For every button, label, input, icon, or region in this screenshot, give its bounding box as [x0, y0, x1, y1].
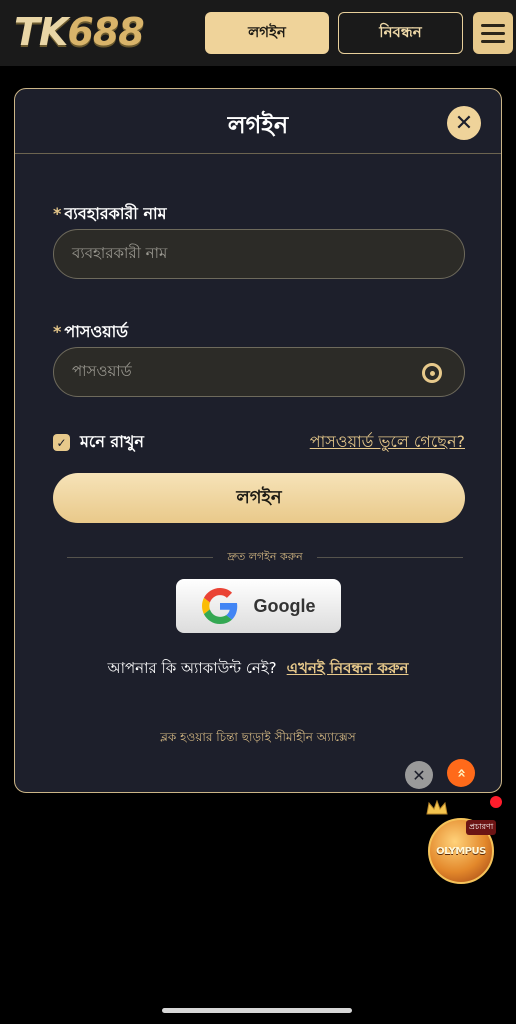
password-label: * পাসওয়ার্ড	[53, 319, 128, 346]
footer-note: ব্লক হওয়ার চিন্তা ছাড়াই সীমাহীন অ্যাক্…	[160, 730, 356, 744]
username-label: * ব্যবহারকারী নাম	[53, 201, 167, 228]
header-login-button[interactable]: লগইন	[205, 12, 329, 54]
quick-login-label: দ্রুত লগইন করুন	[227, 549, 303, 563]
logo-letters: TK	[14, 10, 68, 54]
username-placeholder: ব্যবহারকারী নাম	[72, 243, 168, 262]
double-chevron-up-icon: »	[451, 768, 470, 778]
password-placeholder: পাসওয়ার্ড	[72, 361, 132, 380]
required-mark: *	[53, 322, 62, 341]
eye-icon[interactable]	[422, 363, 442, 383]
top-navbar: TK688 লগইন নিবন্ধন	[0, 0, 516, 66]
divider-line-left	[67, 556, 214, 558]
title-divider	[15, 153, 501, 154]
promo-title: OLYMPUS	[436, 845, 486, 857]
close-icon[interactable]: ✕	[447, 106, 481, 140]
login-button[interactable]: লগইন	[53, 473, 465, 523]
remember-me[interactable]: ✓ মনে রাখুন	[53, 429, 144, 456]
username-label-text: ব্যবহারকারী নাম	[64, 204, 167, 223]
menu-icon[interactable]	[473, 12, 513, 54]
quick-login-divider: দ্রুত লগইন করুন	[67, 549, 463, 565]
home-indicator	[162, 1008, 352, 1013]
google-login-button[interactable]: Google	[176, 579, 341, 633]
remember-checkbox[interactable]: ✓	[53, 434, 70, 451]
header-register-button[interactable]: নিবন্ধন	[338, 12, 463, 54]
google-label: Google	[253, 595, 316, 616]
mini-close-icon[interactable]: ✕	[405, 761, 433, 789]
no-account-row: আপনার কি অ্যাকাউন্ট নেই? এখনই নিবন্ধন করু…	[15, 657, 501, 682]
no-account-text: আপনার কি অ্যাকাউন্ট নেই?	[107, 659, 277, 677]
promo-badge: প্রচারণা	[466, 820, 497, 835]
register-now-link[interactable]: এখনই নিবন্ধন করুন	[287, 659, 409, 677]
password-input[interactable]: পাসওয়ার্ড	[53, 347, 465, 397]
brand-logo[interactable]: TK688	[14, 10, 145, 54]
forgot-password-link[interactable]: পাসওয়ার্ড ভুলে গেছেন?	[310, 429, 465, 456]
username-input[interactable]: ব্যবহারকারী নাম	[53, 229, 465, 279]
divider-line-right	[316, 556, 463, 558]
login-modal: লগইন ✕ * ব্যবহারকারী নাম ব্যবহারকারী নাম …	[14, 88, 502, 793]
password-label-text: পাসওয়ার্ড	[64, 322, 129, 341]
google-icon	[201, 588, 237, 624]
modal-title: লগইন	[227, 111, 289, 139]
notification-dot	[490, 796, 502, 808]
logo-digits: 688	[67, 10, 144, 54]
crown-icon	[426, 800, 448, 815]
scroll-top-icon[interactable]: »	[447, 759, 475, 787]
remember-label: মনে রাখুন	[80, 432, 144, 451]
promo-widget[interactable]: OLYMPUS প্রচারণা	[422, 796, 512, 888]
required-mark: *	[53, 204, 62, 223]
